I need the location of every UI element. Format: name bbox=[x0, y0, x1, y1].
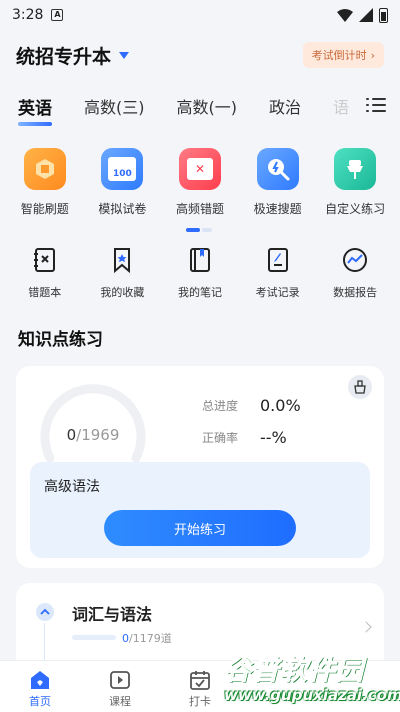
section-title: 知识点练习 bbox=[18, 330, 103, 350]
notes-icon bbox=[189, 248, 210, 272]
signal-icon bbox=[359, 8, 373, 22]
exam-record-icon bbox=[267, 248, 288, 272]
battery-icon bbox=[379, 7, 388, 23]
pager-indicator bbox=[186, 228, 214, 232]
status-bar: 3:28 A bbox=[0, 0, 400, 30]
chapter-total: /1179道 bbox=[129, 632, 172, 645]
feature-frequent-errors[interactable]: ✕ 高频错题 bbox=[164, 148, 236, 217]
menu-icon[interactable] bbox=[366, 97, 386, 113]
feature-quick-search[interactable]: 极速搜题 bbox=[242, 148, 314, 217]
progress-value: 0.0% bbox=[260, 396, 301, 415]
status-time: 3:28 bbox=[12, 7, 44, 23]
feature-label: 极速搜题 bbox=[253, 202, 302, 216]
tab-math-three[interactable]: 高数(三) bbox=[84, 94, 145, 118]
tools-row: 错题本 我的收藏 我的笔记 考试记录 数据报告 bbox=[0, 246, 400, 300]
tool-exam-record[interactable]: 考试记录 bbox=[242, 246, 314, 300]
feature-label: 智能刷题 bbox=[20, 202, 69, 216]
watermark: 谷普软件园 www.gupuxiazai.com bbox=[218, 648, 400, 712]
tab-english[interactable]: 英语 bbox=[18, 94, 52, 126]
custom-practice-icon bbox=[334, 148, 377, 190]
nav-home[interactable]: 首页 bbox=[0, 661, 80, 712]
tool-label: 我的笔记 bbox=[177, 286, 222, 299]
gauge-count: 0/1969 bbox=[40, 426, 146, 444]
tab-chinese[interactable]: 语 bbox=[333, 94, 349, 118]
chevron-right-icon: › bbox=[370, 48, 375, 62]
tool-label: 我的收藏 bbox=[100, 286, 145, 299]
status-icons bbox=[337, 7, 388, 23]
watermark-title: 谷普软件园 bbox=[224, 655, 364, 687]
accuracy-row: 正确率 --% bbox=[202, 428, 287, 447]
tab-math-one[interactable]: 高数(一) bbox=[177, 94, 238, 118]
progress-label: 总进度 bbox=[202, 399, 239, 413]
tool-notes[interactable]: 我的笔记 bbox=[164, 246, 236, 300]
quick-search-icon bbox=[256, 148, 299, 190]
subject-tabs: 英语 高数(三) 高数(一) 政治 语 bbox=[0, 86, 400, 126]
chapter-done: 0 bbox=[122, 632, 129, 645]
mock-exam-badge: 100 bbox=[112, 169, 132, 179]
chevron-right-icon[interactable] bbox=[360, 621, 372, 633]
exam-type-title[interactable]: 统招专升本 bbox=[16, 42, 111, 69]
nav-label: 课程 bbox=[109, 695, 131, 708]
tool-data-report[interactable]: 数据报告 bbox=[319, 246, 391, 300]
nav-label: 首页 bbox=[29, 695, 51, 708]
chapter-connector bbox=[44, 623, 45, 663]
mock-exam-icon: 100 bbox=[101, 148, 144, 190]
accuracy-value: --% bbox=[260, 428, 287, 447]
feature-grid: 智能刷题 100 模拟试卷 ✕ 高频错题 极速搜题 自定义练习 bbox=[0, 148, 400, 217]
header: 统招专升本 考试倒计时 › bbox=[0, 36, 400, 74]
home-icon bbox=[31, 671, 49, 689]
countdown-label: 考试倒计时 bbox=[311, 49, 367, 62]
clear-icon[interactable] bbox=[348, 375, 372, 399]
tool-label: 错题本 bbox=[28, 286, 62, 299]
frequent-errors-icon: ✕ bbox=[178, 148, 221, 190]
total-count: /1969 bbox=[76, 426, 120, 444]
feature-custom-practice[interactable]: 自定义练习 bbox=[319, 148, 391, 217]
progress-row: 总进度 0.0% bbox=[202, 396, 301, 415]
checkin-icon bbox=[190, 671, 210, 690]
chapter-progress: 0/1179道 bbox=[122, 630, 172, 646]
feature-mock-exam[interactable]: 100 模拟试卷 bbox=[86, 148, 158, 217]
tool-error-book[interactable]: 错题本 bbox=[9, 246, 81, 300]
nav-label: 打卡 bbox=[189, 695, 211, 708]
course-icon bbox=[110, 671, 130, 689]
feature-label: 高频错题 bbox=[175, 202, 224, 216]
watermark-url: www.gupuxiazai.com bbox=[224, 686, 400, 704]
notification-icon: A bbox=[51, 9, 64, 21]
feature-smart-practice[interactable]: 智能刷题 bbox=[9, 148, 81, 217]
practice-card: 0/1969 总进度 0.0% 正确率 --% 高级语法 开始练习 bbox=[16, 366, 384, 568]
data-report-icon bbox=[343, 248, 368, 272]
tool-favorites[interactable]: 我的收藏 bbox=[86, 246, 158, 300]
countdown-button[interactable]: 考试倒计时 › bbox=[302, 42, 384, 68]
smart-practice-icon bbox=[23, 148, 66, 190]
done-count: 0 bbox=[66, 426, 77, 444]
accuracy-label: 正确率 bbox=[202, 431, 239, 445]
topic-card: 高级语法 开始练习 bbox=[30, 462, 370, 558]
wifi-icon bbox=[337, 8, 353, 22]
tab-politics[interactable]: 政治 bbox=[269, 94, 301, 118]
caret-down-icon[interactable] bbox=[119, 51, 130, 59]
start-practice-button[interactable]: 开始练习 bbox=[104, 510, 296, 546]
tool-label: 考试记录 bbox=[255, 286, 300, 299]
nav-course[interactable]: 课程 bbox=[80, 661, 160, 712]
chevron-up-icon[interactable] bbox=[36, 603, 54, 621]
favorites-icon bbox=[114, 248, 131, 274]
progress-gauge: 0/1969 bbox=[40, 376, 146, 466]
feature-label: 自定义练习 bbox=[325, 202, 386, 216]
chapter-progress-bar bbox=[72, 635, 116, 640]
tool-label: 数据报告 bbox=[333, 286, 378, 299]
chapter-title: 词汇与语法 bbox=[72, 605, 153, 624]
feature-label: 模拟试卷 bbox=[98, 202, 147, 216]
error-book-icon bbox=[33, 248, 55, 272]
topic-title: 高级语法 bbox=[44, 479, 100, 495]
